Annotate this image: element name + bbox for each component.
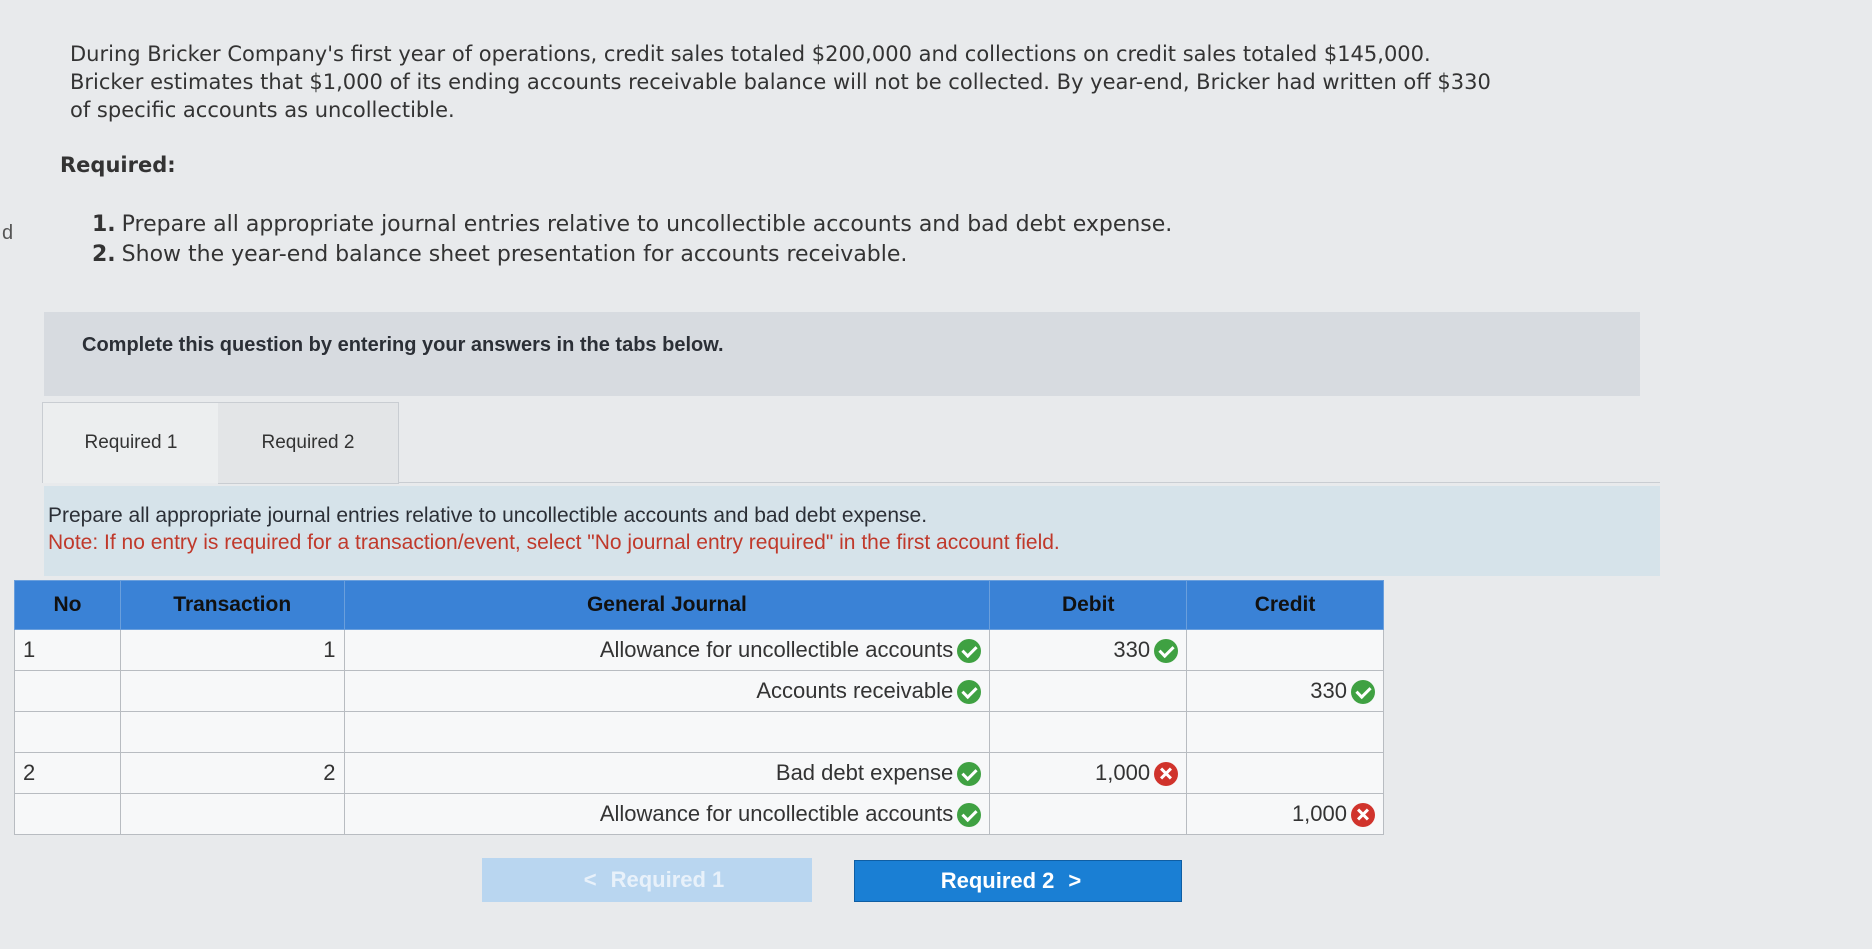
chevron-left-icon: < [583, 867, 597, 892]
tab-required-1[interactable]: Required 1 [42, 402, 220, 483]
column-header-credit: Credit [1186, 580, 1384, 630]
cell-credit[interactable] [1186, 752, 1384, 794]
tab-divider [398, 482, 1660, 483]
cell-no [14, 670, 121, 712]
next-tab-button[interactable]: Required 2 > [854, 860, 1182, 902]
problem-statement: During Bricker Company's first year of o… [70, 40, 1770, 124]
check-icon [957, 680, 982, 705]
check-icon [1154, 639, 1179, 664]
side-mark: d [2, 222, 14, 244]
cell-account-value: Accounts receivable [756, 677, 954, 703]
table-row: 2 2 Bad debt expense 1,000 [14, 752, 1384, 794]
cell-no: 1 [14, 629, 121, 671]
column-header-debit: Debit [989, 580, 1188, 630]
requirement-text: Prepare all appropriate journal entries … [121, 212, 1173, 237]
cell-credit[interactable] [1186, 711, 1384, 753]
prompt-note: Note: If no entry is required for a tran… [48, 531, 1060, 554]
instruction-text: Complete this question by entering your … [82, 334, 724, 356]
cell-account[interactable]: Allowance for uncollectible accounts [343, 629, 991, 671]
cell-transaction: 1 [119, 629, 345, 671]
requirement-number: 1. [92, 212, 116, 237]
problem-line: of specific accounts as uncollectible. [70, 98, 455, 122]
cell-credit-value: 1,000 [1291, 800, 1347, 826]
requirement-number: 2. [92, 242, 116, 267]
cell-no: 2 [14, 752, 121, 794]
cell-no [14, 711, 121, 753]
column-header-transaction: Transaction [119, 580, 345, 630]
cell-transaction-value: 2 [323, 760, 336, 785]
x-icon [1154, 762, 1179, 787]
requirement-text: Show the year-end balance sheet presenta… [121, 242, 908, 267]
cell-account[interactable]: Bad debt expense [343, 752, 991, 794]
cell-no-value: 1 [23, 637, 36, 662]
cell-account-value: Bad debt expense [775, 759, 954, 785]
next-tab-label: Required 2 [940, 868, 1055, 893]
tab-required-2[interactable]: Required 2 [218, 402, 399, 484]
cell-debit[interactable] [989, 711, 1188, 753]
cell-credit[interactable]: 1,000 [1186, 793, 1384, 835]
cell-account-value: Allowance for uncollectible accounts [599, 636, 954, 662]
cell-transaction [119, 670, 345, 712]
prompt-panel: Prepare all appropriate journal entries … [44, 486, 1660, 576]
required-heading: Required: [60, 153, 176, 177]
chevron-right-icon: > [1068, 868, 1082, 893]
check-icon [957, 803, 982, 828]
problem-line: Bricker estimates that $1,000 of its end… [70, 70, 1491, 94]
cell-account[interactable] [343, 711, 991, 753]
cell-debit[interactable] [989, 793, 1188, 835]
cell-account[interactable]: Allowance for uncollectible accounts [343, 793, 991, 835]
table-row: 1 1 Allowance for uncollectible accounts 33… [14, 629, 1384, 671]
table-row [14, 711, 1384, 753]
x-icon [1351, 803, 1375, 828]
table-row: Accounts receivable 330 [14, 670, 1384, 712]
problem-line: During Bricker Company's first year of o… [70, 42, 1431, 66]
cell-credit-value: 330 [1310, 677, 1347, 703]
previous-tab-label: Required 1 [610, 867, 725, 892]
check-icon [957, 639, 982, 664]
cell-account[interactable]: Accounts receivable [343, 670, 991, 712]
cell-debit-value: 1,000 [1095, 759, 1151, 785]
cell-transaction: 2 [119, 752, 345, 794]
requirement-item: 2. Show the year-end balance sheet presen… [92, 240, 1172, 270]
prompt-text: Prepare all appropriate journal entries … [48, 504, 928, 527]
cell-no-value: 2 [23, 760, 36, 785]
instruction-banner: Complete this question by entering your … [44, 312, 1640, 396]
column-header-general-journal: General Journal [343, 580, 991, 630]
cell-debit-value: 330 [1113, 636, 1151, 662]
cell-no [14, 793, 121, 835]
requirements-list: 1. Prepare all appropriate journal entrie… [92, 210, 1172, 270]
journal-header-row: No Transaction General Journal Debit Cre… [14, 580, 1384, 630]
cell-credit[interactable]: 330 [1186, 670, 1384, 712]
previous-tab-button[interactable]: < Required 1 [482, 858, 812, 902]
check-icon [1351, 680, 1375, 705]
cell-account-value: Allowance for uncollectible accounts [599, 800, 954, 826]
column-header-no: No [14, 580, 121, 630]
cell-debit[interactable] [989, 670, 1188, 712]
journal-table: No Transaction General Journal Debit Cre… [14, 580, 1384, 835]
cell-transaction [119, 711, 345, 753]
cell-transaction [119, 793, 345, 835]
requirement-item: 1. Prepare all appropriate journal entrie… [92, 210, 1172, 240]
table-row: Allowance for uncollectible accounts 1,00… [14, 793, 1384, 835]
cell-debit[interactable]: 330 [989, 629, 1188, 671]
cell-credit[interactable] [1186, 629, 1384, 671]
cell-transaction-value: 1 [323, 637, 336, 662]
check-icon [957, 762, 982, 787]
cell-debit[interactable]: 1,000 [989, 752, 1188, 794]
